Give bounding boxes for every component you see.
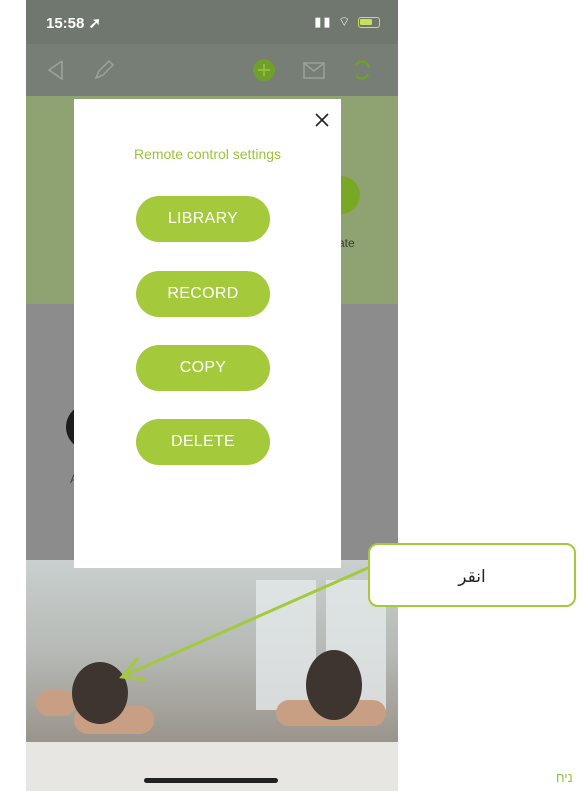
edit-pencil-icon[interactable] <box>90 56 118 84</box>
modal-title: Remote control settings <box>133 146 282 162</box>
photo-head <box>72 662 128 724</box>
signal-icon: ▮▮ <box>314 14 333 29</box>
record-button[interactable]: RECORD <box>136 271 270 317</box>
callout-text: انقر <box>458 567 486 586</box>
back-icon[interactable] <box>42 56 70 84</box>
close-icon[interactable] <box>311 109 333 131</box>
copy-button[interactable]: COPY <box>136 345 270 391</box>
status-time: 15:58 ➚ <box>46 15 102 32</box>
battery-icon <box>358 17 380 29</box>
remote-settings-modal: Remote control settings LIBRARY RECORD C… <box>74 99 341 568</box>
toolbar <box>26 44 398 96</box>
delete-button[interactable]: DELETE <box>136 419 270 465</box>
status-icons: ▮▮ ⌔ <box>314 14 380 30</box>
mail-icon[interactable] <box>300 56 328 84</box>
add-circle-icon[interactable] <box>250 56 278 84</box>
refresh-icon[interactable] <box>348 56 376 84</box>
status-bar: 15:58 ➚ ▮▮ ⌔ <box>26 0 398 44</box>
photo-sofa <box>26 742 398 791</box>
home-indicator[interactable] <box>144 778 278 783</box>
corner-text: ניח <box>556 770 573 785</box>
photo-arm <box>36 690 76 716</box>
callout-box: انقر <box>368 543 576 607</box>
library-button[interactable]: LIBRARY <box>136 196 270 242</box>
wifi-icon: ⌔ <box>338 14 353 29</box>
photo-head <box>306 650 362 720</box>
